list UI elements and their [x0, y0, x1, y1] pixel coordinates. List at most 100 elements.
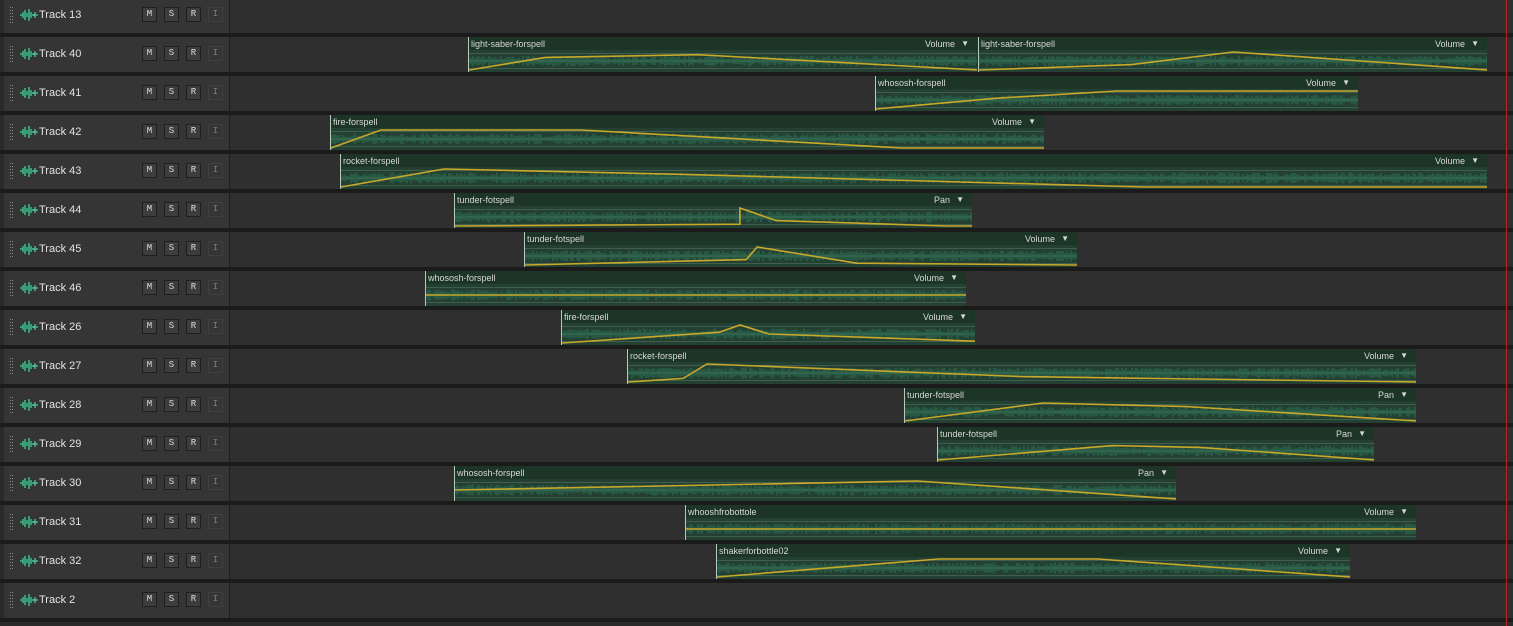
clip-header[interactable]: whososh-forspell Volume ▼ [426, 271, 966, 284]
mute-button[interactable]: M [142, 163, 157, 178]
input-monitor-button[interactable]: I [208, 7, 223, 22]
record-arm-button[interactable]: R [186, 397, 201, 412]
clip-header[interactable]: fire-forspell Volume ▼ [331, 115, 1044, 128]
automation-parameter-label[interactable]: Volume [914, 273, 944, 283]
drag-handle-icon[interactable] [10, 592, 14, 608]
track-header[interactable]: Track 26 M S R I [4, 310, 230, 345]
track-header[interactable]: Track 13 M S R I [4, 0, 230, 33]
track-lane[interactable]: tunder-fotspell Pan ▼ [230, 193, 1513, 228]
track-lane[interactable]: tunder-fotspell Volume ▼ [230, 232, 1513, 267]
drag-handle-icon[interactable] [10, 436, 14, 452]
record-arm-button[interactable]: R [186, 124, 201, 139]
track-lane[interactable] [230, 583, 1513, 618]
dropdown-arrow-icon[interactable]: ▼ [1400, 508, 1408, 516]
mute-button[interactable]: M [142, 319, 157, 334]
clip-header[interactable]: rocket-forspell Volume ▼ [628, 349, 1416, 362]
track-name[interactable]: Track 32 [39, 554, 81, 568]
track-header[interactable]: Track 44 M S R I [4, 193, 230, 228]
automation-parameter-label[interactable]: Volume [925, 39, 955, 49]
drag-handle-icon[interactable] [10, 319, 14, 335]
automation-parameter-label[interactable]: Volume [1306, 78, 1336, 88]
audio-clip-light-saber-forspell[interactable]: light-saber-forspell Volume ▼ [468, 37, 977, 72]
solo-button[interactable]: S [164, 514, 179, 529]
clip-header[interactable]: whososh-forspell Pan ▼ [455, 466, 1176, 479]
mute-button[interactable]: M [142, 553, 157, 568]
input-monitor-button[interactable]: I [208, 475, 223, 490]
input-monitor-button[interactable]: I [208, 46, 223, 61]
track-header[interactable]: Track 29 M S R I [4, 427, 230, 462]
playhead-line[interactable] [1506, 0, 1507, 626]
input-monitor-button[interactable]: I [208, 124, 223, 139]
record-arm-button[interactable]: R [186, 319, 201, 334]
track-name[interactable]: Track 28 [39, 398, 81, 412]
clip-header[interactable]: light-saber-forspell Volume ▼ [469, 37, 977, 50]
mute-button[interactable]: M [142, 241, 157, 256]
track-lane[interactable]: whososh-forspell Pan ▼ [230, 466, 1513, 501]
track-lane[interactable]: fire-forspell Volume ▼ [230, 310, 1513, 345]
audio-clip-whososh-forspell[interactable]: whososh-forspell Volume ▼ [875, 76, 1358, 111]
automation-parameter-label[interactable]: Volume [1298, 546, 1328, 556]
input-monitor-button[interactable]: I [208, 319, 223, 334]
clip-header[interactable]: tunder-fotspell Pan ▼ [938, 427, 1374, 440]
automation-parameter-label[interactable]: Volume [992, 117, 1022, 127]
audio-clip-light-saber-forspell[interactable]: light-saber-forspell Volume ▼ [978, 37, 1487, 72]
track-name[interactable]: Track 42 [39, 125, 81, 139]
track-lane[interactable]: whososh-forspell Volume ▼ [230, 76, 1513, 111]
drag-handle-icon[interactable] [10, 475, 14, 491]
audio-clip-shakerforbottle02[interactable]: shakerforbottle02 Volume ▼ [716, 544, 1350, 579]
automation-parameter-label[interactable]: Pan [1378, 390, 1394, 400]
record-arm-button[interactable]: R [186, 202, 201, 217]
solo-button[interactable]: S [164, 592, 179, 607]
track-name[interactable]: Track 41 [39, 86, 81, 100]
clip-header[interactable]: tunder-fotspell Volume ▼ [525, 232, 1077, 245]
mute-button[interactable]: M [142, 514, 157, 529]
record-arm-button[interactable]: R [186, 85, 201, 100]
drag-handle-icon[interactable] [10, 202, 14, 218]
track-header[interactable]: Track 41 M S R I [4, 76, 230, 111]
record-arm-button[interactable]: R [186, 7, 201, 22]
record-arm-button[interactable]: R [186, 46, 201, 61]
clip-header[interactable]: tunder-fotspell Pan ▼ [455, 193, 972, 206]
track-name[interactable]: Track 13 [39, 8, 81, 22]
record-arm-button[interactable]: R [186, 280, 201, 295]
input-monitor-button[interactable]: I [208, 358, 223, 373]
audio-clip-rocket-forspell[interactable]: rocket-forspell Volume ▼ [627, 349, 1416, 384]
input-monitor-button[interactable]: I [208, 85, 223, 100]
track-header[interactable]: Track 45 M S R I [4, 232, 230, 267]
dropdown-arrow-icon[interactable]: ▼ [1342, 79, 1350, 87]
audio-clip-whososh-forspell[interactable]: whososh-forspell Pan ▼ [454, 466, 1176, 501]
solo-button[interactable]: S [164, 124, 179, 139]
track-lane[interactable]: whososh-forspell Volume ▼ [230, 271, 1513, 306]
drag-handle-icon[interactable] [10, 85, 14, 101]
drag-handle-icon[interactable] [10, 514, 14, 530]
track-lane[interactable]: rocket-forspell Volume ▼ [230, 154, 1513, 189]
mute-button[interactable]: M [142, 124, 157, 139]
automation-parameter-label[interactable]: Volume [1364, 351, 1394, 361]
track-header[interactable]: Track 32 M S R I [4, 544, 230, 579]
mute-button[interactable]: M [142, 85, 157, 100]
drag-handle-icon[interactable] [10, 241, 14, 257]
audio-clip-fire-forspell[interactable]: fire-forspell Volume ▼ [561, 310, 975, 345]
clip-header[interactable]: rocket-forspell Volume ▼ [341, 154, 1487, 167]
dropdown-arrow-icon[interactable]: ▼ [1471, 157, 1479, 165]
solo-button[interactable]: S [164, 436, 179, 451]
track-header[interactable]: Track 31 M S R I [4, 505, 230, 540]
automation-parameter-label[interactable]: Volume [1025, 234, 1055, 244]
input-monitor-button[interactable]: I [208, 397, 223, 412]
track-name[interactable]: Track 27 [39, 359, 81, 373]
dropdown-arrow-icon[interactable]: ▼ [956, 196, 964, 204]
drag-handle-icon[interactable] [10, 280, 14, 296]
audio-clip-tunder-fotspell[interactable]: tunder-fotspell Pan ▼ [454, 193, 972, 228]
solo-button[interactable]: S [164, 475, 179, 490]
audio-clip-tunder-fotspell[interactable]: tunder-fotspell Pan ▼ [937, 427, 1374, 462]
dropdown-arrow-icon[interactable]: ▼ [1061, 235, 1069, 243]
track-lane[interactable]: tunder-fotspell Pan ▼ [230, 388, 1513, 423]
dropdown-arrow-icon[interactable]: ▼ [1471, 40, 1479, 48]
drag-handle-icon[interactable] [10, 7, 14, 23]
drag-handle-icon[interactable] [10, 397, 14, 413]
automation-parameter-label[interactable]: Pan [1138, 468, 1154, 478]
input-monitor-button[interactable]: I [208, 202, 223, 217]
drag-handle-icon[interactable] [10, 553, 14, 569]
dropdown-arrow-icon[interactable]: ▼ [1400, 352, 1408, 360]
track-header[interactable]: Track 30 M S R I [4, 466, 230, 501]
